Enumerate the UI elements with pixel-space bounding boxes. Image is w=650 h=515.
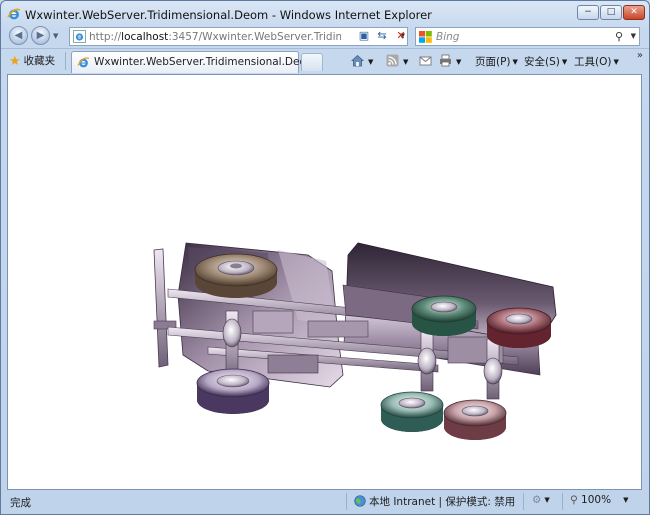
wheel-middle-bottom — [380, 391, 444, 432]
status-separator — [523, 493, 524, 510]
compatibility-view-icon[interactable]: ▣ — [356, 28, 372, 44]
bing-logo-icon — [419, 31, 432, 43]
stop-icon[interactable]: ✕ — [393, 28, 409, 44]
minimize-button[interactable]: − — [577, 5, 599, 20]
back-button[interactable]: ◀ — [9, 26, 28, 45]
front-bumper — [153, 248, 177, 368]
search-input[interactable]: Bing — [436, 31, 459, 43]
search-options-dropdown-icon[interactable]: ▼ — [631, 32, 636, 40]
forward-arrow-icon: ▶ — [36, 30, 45, 41]
search-box[interactable]: Bing ⚲ ▼ — [415, 27, 640, 46]
page-content — [7, 74, 642, 490]
maximize-button[interactable]: □ — [600, 5, 622, 20]
page-dropdown-icon: ▼ — [512, 58, 518, 66]
command-bar: ★ 收藏夹 Wxwinter.WebServer.Tridimensional.D… — [1, 48, 649, 74]
address-url[interactable]: http://localhost:3457/Wxwinter.WebServer… — [89, 31, 341, 43]
rss-feed-icon — [386, 54, 399, 67]
tools-dropdown-icon: ▼ — [613, 58, 619, 66]
new-tab-button[interactable] — [301, 53, 323, 71]
wheel-rear-bottom — [443, 399, 507, 440]
refresh-icon[interactable]: ⇆ — [374, 28, 390, 44]
window-title: Wxwinter.WebServer.Tridimensional.Deom -… — [25, 8, 432, 22]
read-mail-button[interactable] — [419, 54, 434, 70]
browser-window: Wxwinter.WebServer.Tridimensional.Deom -… — [0, 0, 650, 515]
close-icon: ✕ — [630, 7, 638, 17]
ie-logo-icon — [7, 8, 21, 20]
popup-dropdown-icon: ▼ — [544, 496, 550, 504]
tools-menu-label: 工具(O) — [574, 56, 612, 68]
home-icon — [351, 54, 364, 67]
search-magnifier-icon[interactable]: ⚲ — [615, 30, 623, 43]
tab-ie-icon — [77, 57, 90, 68]
popup-blocker-button[interactable]: ⚙ ▼ — [532, 494, 550, 506]
print-button[interactable]: ▼ — [439, 54, 461, 70]
favorites-label: 收藏夹 — [23, 55, 56, 67]
tab-title: Wxwinter.WebServer.Tridimensional.Deom — [94, 56, 317, 68]
recent-pages-dropdown-icon[interactable]: ▼ — [53, 32, 58, 40]
zoom-button[interactable]: ⚲ 100% ▼ — [570, 494, 628, 506]
printer-icon — [440, 54, 451, 67]
status-separator — [562, 493, 563, 510]
tab-active[interactable]: Wxwinter.WebServer.Tridimensional.Deom — [71, 51, 316, 73]
zone-text: 本地 Intranet | 保护模式: 禁用 — [369, 496, 516, 508]
status-separator — [346, 493, 347, 510]
title-bar[interactable]: Wxwinter.WebServer.Tridimensional.Deom -… — [1, 1, 649, 27]
page-menu-label: 页面(P) — [475, 56, 511, 68]
status-text: 完成 — [10, 497, 31, 509]
page-ie-icon — [73, 30, 86, 43]
globe-icon — [354, 495, 366, 507]
home-dropdown-icon[interactable]: ▼ — [368, 58, 373, 66]
print-dropdown-icon[interactable]: ▼ — [456, 58, 461, 66]
forward-button[interactable]: ▶ — [31, 26, 50, 45]
toolbar-separator — [65, 52, 66, 70]
maximize-icon: □ — [606, 7, 616, 17]
home-button[interactable]: ▼ — [351, 54, 373, 70]
navigation-bar: ◀ ▶ ▼ http://localhost:3457/Wxwinter.Web… — [1, 26, 649, 48]
feeds-button[interactable]: ▼ — [386, 54, 408, 70]
status-bar: 完成 本地 Intranet | 保护模式: 禁用 ⚙ ▼ ⚲ 100% ▼ — [1, 490, 649, 514]
mail-icon — [419, 56, 432, 66]
zoom-level: 100% — [581, 494, 612, 506]
safety-menu[interactable]: 安全(S) ▼ — [524, 54, 567, 70]
favorites-star-icon: ★ — [9, 54, 21, 69]
wheel-rear-top — [486, 307, 552, 348]
zoom-magnifier-icon: ⚲ — [570, 494, 578, 506]
security-zone[interactable]: 本地 Intranet | 保护模式: 禁用 — [354, 494, 515, 509]
safety-menu-label: 安全(S) — [524, 56, 560, 68]
zoom-dropdown-icon: ▼ — [623, 496, 629, 504]
3d-vehicle-render — [153, 242, 557, 440]
favorites-button[interactable]: ★ 收藏夹 — [9, 53, 55, 70]
wheel-middle-top — [411, 295, 477, 336]
more-commands-icon[interactable]: » — [637, 50, 643, 61]
feeds-dropdown-icon[interactable]: ▼ — [403, 58, 408, 66]
minimize-icon: − — [584, 7, 592, 17]
safety-dropdown-icon: ▼ — [561, 58, 568, 66]
wheel-front-bottom — [196, 368, 270, 414]
settings-gear-icon: ⚙ — [532, 494, 542, 506]
page-menu[interactable]: 页面(P) ▼ — [475, 54, 518, 70]
close-button[interactable]: ✕ — [623, 5, 645, 20]
wheel-front-top — [194, 253, 278, 298]
back-arrow-icon: ◀ — [14, 30, 23, 41]
tools-menu[interactable]: 工具(O) ▼ — [574, 54, 619, 70]
